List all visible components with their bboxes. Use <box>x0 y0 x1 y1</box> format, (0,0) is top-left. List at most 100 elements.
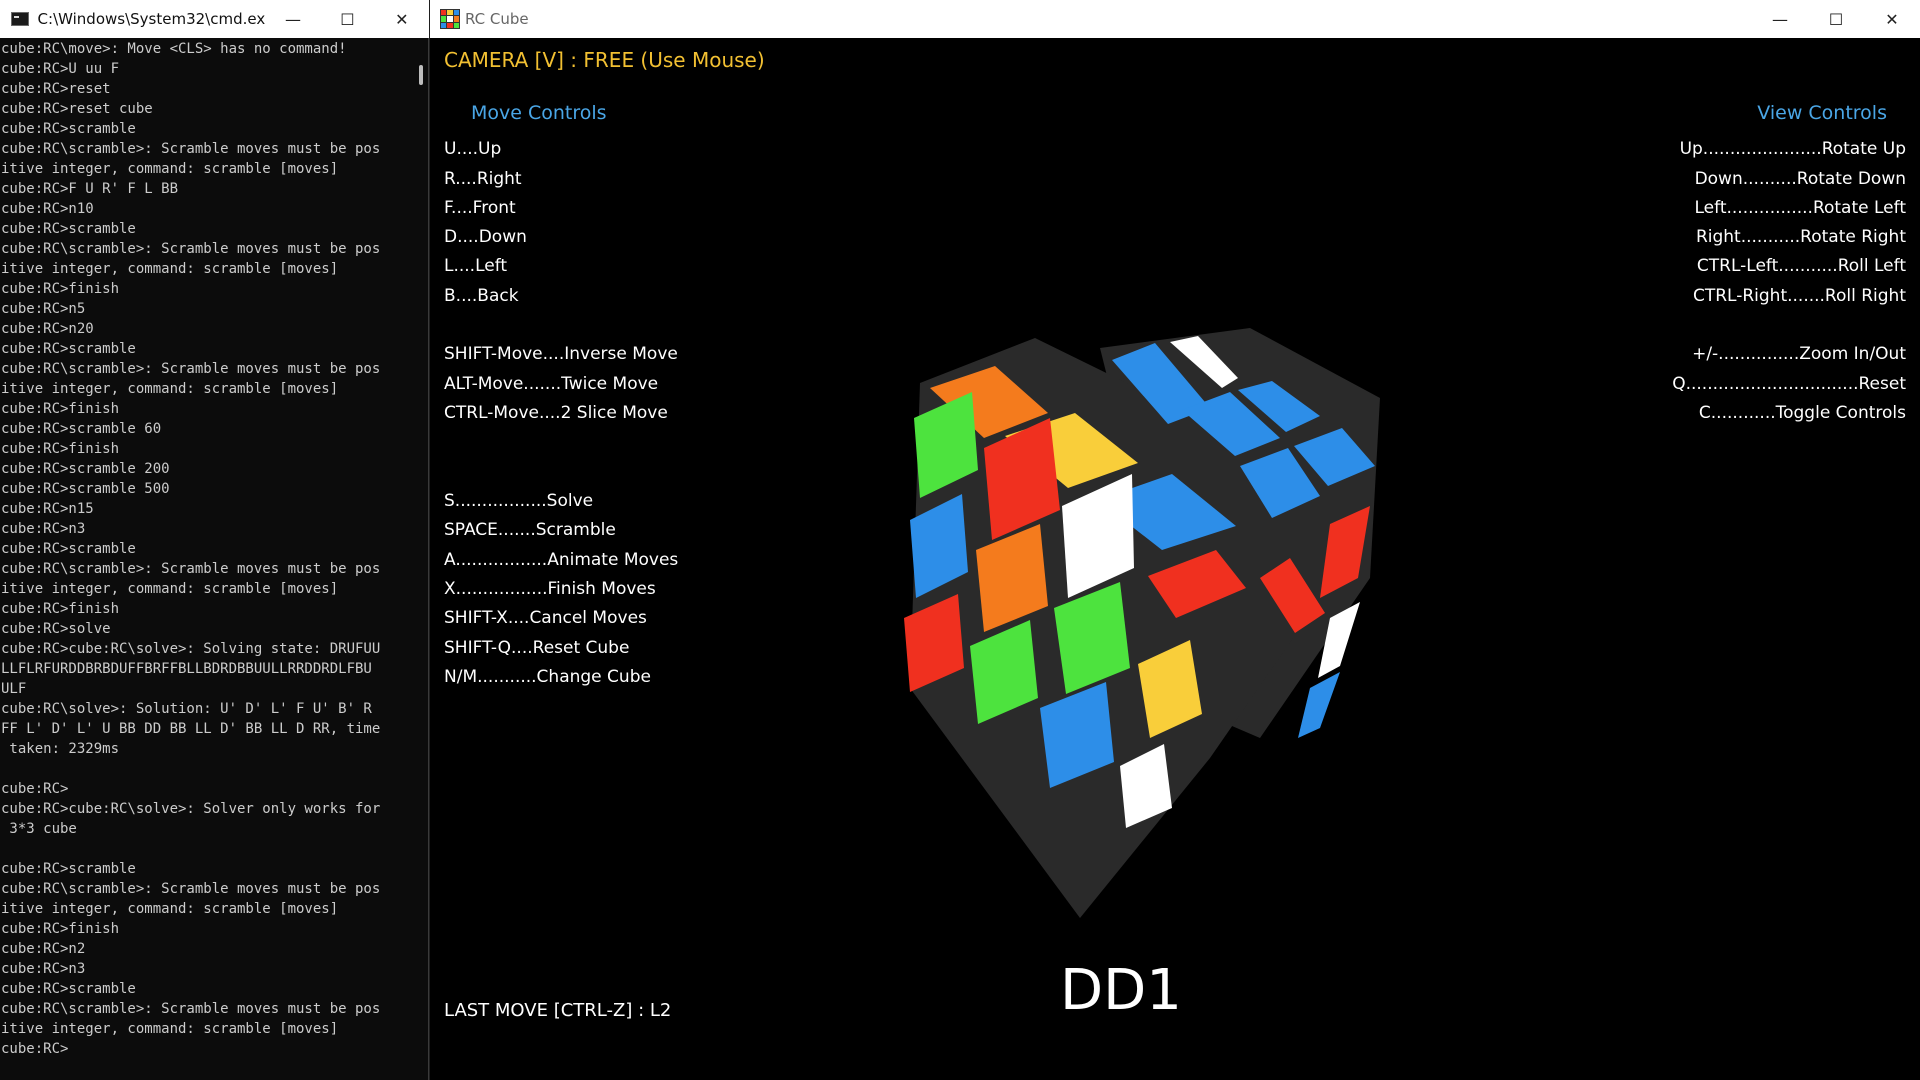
terminal-line: cube:RC> <box>1 1041 69 1057</box>
terminal-line: cube:RC>scramble <box>1 221 136 237</box>
move-control-item: SPACE.......Scramble <box>444 520 616 540</box>
cmd-minimize-button[interactable]: — <box>266 0 320 38</box>
move-control-item: ALT-Move.......Twice Move <box>444 374 659 394</box>
rubiks-cube-app-icon <box>440 9 460 29</box>
terminal-line: cube:RC>scramble <box>1 861 136 877</box>
view-control-item: Up......................Rotate Up <box>1679 139 1906 159</box>
move-control-item: SHIFT-Q....Reset Cube <box>444 638 630 658</box>
move-control-item: U....Up <box>444 139 502 159</box>
rc-close-button[interactable]: ✕ <box>1864 0 1920 38</box>
move-control-item: CTRL-Move....2 Slice Move <box>444 403 668 423</box>
move-control-item: N/M...........Change Cube <box>444 667 651 687</box>
last-move-label: LAST MOVE [CTRL-Z] : L2 <box>444 1000 672 1021</box>
view-control-item: CTRL-Left...........Roll Left <box>1696 256 1906 276</box>
terminal-line: cube:RC>U uu F <box>1 61 120 77</box>
terminal-line: cube:RC>scramble <box>1 341 136 357</box>
terminal-line: cube:RC>finish <box>1 401 120 417</box>
terminal-line: cube:RC>n10 <box>1 201 94 217</box>
terminal-line: cube:RC>finish <box>1 921 120 937</box>
view-control-item: +/-...............Zoom In/Out <box>1692 344 1906 364</box>
terminal-line: cube:RC>finish <box>1 601 120 617</box>
terminal-line: cube:RC>F U R' F L BB <box>1 181 179 197</box>
move-control-item: S.................Solve <box>444 491 594 511</box>
terminal-line: cube:RC>scramble 500 <box>1 481 170 497</box>
terminal-line: cube:RC\scramble>: Scramble moves must b… <box>1 141 381 157</box>
terminal-line: FF L' D' L' U BB DD BB LL D' BB LL D RR,… <box>1 721 381 737</box>
terminal-line: cube:RC>finish <box>1 441 120 457</box>
terminal-line: cube:RC>n3 <box>1 961 86 977</box>
rc-window-title: RC Cube <box>465 10 529 28</box>
view-control-item: Left................Rotate Left <box>1694 198 1907 218</box>
terminal-line: itive integer, command: scramble [moves] <box>1 1021 339 1037</box>
terminal-line: cube:RC>scramble 60 <box>1 421 162 437</box>
cube-3d-viewport[interactable]: CAMERA [V] : FREE (Use Mouse) Move Contr… <box>430 38 1920 1080</box>
terminal-line: cube:RC>cube:RC\solve>: Solver only work… <box>1 801 381 817</box>
terminal-line: cube:RC\move>: Move <CLS> has no command… <box>1 41 347 57</box>
terminal-line: cube:RC\scramble>: Scramble moves must b… <box>1 561 381 577</box>
terminal-line: itive integer, command: scramble [moves] <box>1 581 339 597</box>
terminal-line: cube:RC>cube:RC\solve>: Solving state: D… <box>1 641 381 657</box>
cmd-scrollbar-thumb[interactable] <box>419 65 423 85</box>
terminal-line: itive integer, command: scramble [moves] <box>1 161 339 177</box>
terminal-line: cube:RC\scramble>: Scramble moves must b… <box>1 361 381 377</box>
move-control-item: X.................Finish Moves <box>444 579 656 599</box>
view-control-item: CTRL-Right.......Roll Right <box>1692 286 1906 306</box>
terminal-line: cube:RC>solve <box>1 621 111 637</box>
terminal-line: cube:RC>scramble <box>1 541 136 557</box>
terminal-line: itive integer, command: scramble [moves] <box>1 381 339 397</box>
rc-titlebar[interactable]: RC Cube — ☐ ✕ <box>430 0 1920 38</box>
terminal-line: cube:RC>scramble 200 <box>1 461 170 477</box>
move-control-item: D....Down <box>444 227 527 247</box>
terminal-line: cube:RC>reset <box>1 81 111 97</box>
move-control-item: SHIFT-Move....Inverse Move <box>444 344 678 364</box>
terminal-line: cube:RC\scramble>: Scramble moves must b… <box>1 241 381 257</box>
terminal-line: cube:RC\scramble>: Scramble moves must b… <box>1 881 381 897</box>
cmd-maximize-button[interactable]: ☐ <box>320 0 374 38</box>
cube-name-label: DD1 <box>1060 958 1182 1023</box>
terminal-line: cube:RC>reset cube <box>1 101 153 117</box>
terminal-line: cube:RC> <box>1 781 69 797</box>
terminal-line: cube:RC>n15 <box>1 501 94 517</box>
terminal-line: cube:RC>n5 <box>1 301 86 317</box>
cmd-window-title: C:\Windows\System32\cmd.ex... <box>37 10 266 28</box>
rc-cube-window[interactable]: RC Cube — ☐ ✕ CAMERA [V] : FREE (Use Mou… <box>430 0 1920 1080</box>
rc-minimize-button[interactable]: — <box>1752 0 1808 38</box>
move-control-item: F....Front <box>444 198 516 218</box>
terminal-line: cube:RC>n20 <box>1 321 94 337</box>
terminal-line: cube:RC>scramble <box>1 981 136 997</box>
move-control-item: A.................Animate Moves <box>444 550 679 570</box>
view-control-item: Right...........Rotate Right <box>1695 227 1906 247</box>
rc-maximize-button[interactable]: ☐ <box>1808 0 1864 38</box>
camera-mode-label: CAMERA [V] : FREE (Use Mouse) <box>444 48 765 72</box>
terminal-line: ULF <box>1 681 27 697</box>
rubiks-cube-render[interactable] <box>900 288 1460 928</box>
view-controls-heading: View Controls <box>1757 102 1887 124</box>
cmd-app-icon <box>11 12 29 26</box>
view-control-item: Q................................Reset <box>1672 374 1906 394</box>
terminal-line: taken: 2329ms <box>1 741 120 757</box>
terminal-line: itive integer, command: scramble [moves] <box>1 261 339 277</box>
terminal-line: cube:RC\scramble>: Scramble moves must b… <box>1 1001 381 1017</box>
view-control-item: C............Toggle Controls <box>1698 403 1906 423</box>
terminal-line: cube:RC>scramble <box>1 121 136 137</box>
terminal-line: LLFLRFURDDBRBDUFFBRFFBLLBDRDBBUULLRRDDRD… <box>1 661 372 677</box>
cmd-titlebar[interactable]: C:\Windows\System32\cmd.ex... — ☐ ✕ <box>0 0 429 38</box>
terminal-line: cube:RC>n2 <box>1 941 86 957</box>
terminal-line: cube:RC>finish <box>1 281 120 297</box>
terminal-line: itive integer, command: scramble [moves] <box>1 901 339 917</box>
terminal-line: cube:RC>n3 <box>1 521 86 537</box>
move-control-item: B....Back <box>444 286 519 306</box>
cmd-window[interactable]: C:\Windows\System32\cmd.ex... — ☐ ✕ cube… <box>0 0 429 1080</box>
view-control-item: Down..........Rotate Down <box>1694 169 1906 189</box>
cmd-terminal-output[interactable]: cube:RC\move>: Move <CLS> has no command… <box>0 38 414 1080</box>
move-controls-heading: Move Controls <box>471 102 607 124</box>
cmd-scrollbar[interactable] <box>413 38 428 1080</box>
terminal-line: cube:RC\solve>: Solution: U' D' L' F U' … <box>1 701 372 717</box>
cmd-close-button[interactable]: ✕ <box>375 0 429 38</box>
move-control-item: L....Left <box>444 256 508 276</box>
move-control-item: SHIFT-X....Cancel Moves <box>444 608 647 628</box>
terminal-line: 3*3 cube <box>1 821 77 837</box>
move-control-item: R....Right <box>444 169 522 189</box>
